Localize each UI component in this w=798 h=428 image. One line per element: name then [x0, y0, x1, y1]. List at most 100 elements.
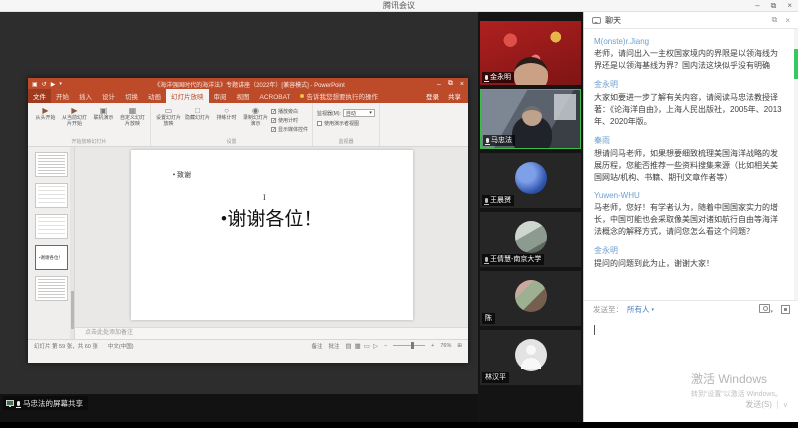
save-icon[interactable]: ▣ — [32, 81, 38, 88]
hide-slide-button[interactable]: □隐藏幻灯片 — [184, 106, 211, 122]
ppt-minimize-icon[interactable]: – — [437, 81, 441, 88]
chat-panel: 聊天 ⧉ × M(onste)r.Jiang 老师，请问出入一主权国家境内的界限… — [583, 12, 798, 422]
slide-editing-area: • 致谢 I •谢谢各位！ — [75, 147, 468, 327]
screenshot-icon[interactable] — [781, 305, 790, 314]
participant-video-active-speaker[interactable]: 马忠法 — [480, 89, 581, 149]
chat-message: 秦雨 想请问马老师，如果想要细致梳理美国海洋战略的发展历程，您能否推荐一些资料搜… — [594, 135, 785, 184]
tab-home[interactable]: 开始 — [51, 89, 74, 103]
chat-message-list[interactable]: M(onste)r.Jiang 老师，请问出入一主权国家境内的界限是以领海线为界… — [584, 29, 795, 300]
checkbox-icon: ✓ — [271, 109, 276, 114]
slide-thumbnail[interactable] — [35, 183, 68, 208]
checkbox-icon: ✓ — [271, 118, 276, 123]
tab-transitions[interactable]: 切换 — [120, 89, 143, 103]
chat-bubble-icon — [592, 17, 601, 24]
screen-share-label: 马忠法的屏幕共享 — [23, 398, 83, 409]
tab-acrobat[interactable]: ACROBAT — [255, 92, 296, 103]
presenter-view-checkbox[interactable]: 使用演示者视图 — [317, 120, 375, 127]
window-titlebar: 腾讯会议 – ⧉ × — [0, 0, 798, 12]
ppt-restore-icon[interactable]: ⧉ — [448, 80, 453, 88]
message-text: 马老师，您好！有学者认为，随着中国国家实力的增长，中国可能也会采取像美国对诸如航… — [594, 202, 785, 238]
tab-review[interactable]: 审阅 — [209, 89, 232, 103]
undo-icon[interactable]: ↺ — [42, 81, 47, 88]
send-to-selector[interactable]: 所有人▾ — [627, 304, 654, 315]
slide-thumbnail[interactable] — [35, 152, 68, 177]
thumbnail-scrollbar[interactable] — [70, 147, 74, 339]
participant-name: 金永明 — [490, 73, 511, 82]
zoom-out-button[interactable]: − — [384, 343, 387, 349]
reading-view-icon[interactable]: ▭ — [364, 342, 370, 350]
zoom-slider[interactable] — [393, 345, 425, 346]
slide-bullet-text[interactable]: • 致谢 — [173, 170, 191, 180]
slideshow-view-icon[interactable]: ▷ — [373, 342, 378, 350]
present-online-button[interactable]: ▣联机演示 — [90, 106, 117, 122]
participant-name: 王倩慧-南京大学 — [490, 255, 541, 264]
close-icon[interactable]: × — [785, 16, 790, 25]
slide-thumbnail-selected[interactable]: •谢谢各位！ — [35, 245, 68, 270]
participant-tile[interactable]: 王倩慧-南京大学 — [480, 212, 581, 267]
language-indicator[interactable]: 中文(中国) — [108, 342, 134, 350]
scrollbar-thumb[interactable] — [794, 49, 798, 79]
slide-main-text[interactable]: •谢谢各位！ — [221, 204, 323, 231]
zoom-percentage[interactable]: 76% — [440, 343, 451, 349]
send-options-chevron-icon[interactable]: ∨ — [777, 401, 788, 409]
notes-placeholder[interactable]: 点击此处添加备注 — [75, 327, 468, 339]
participant-video[interactable]: 金永明 — [480, 21, 581, 85]
close-icon[interactable]: × — [787, 0, 792, 12]
tab-view[interactable]: 视图 — [232, 89, 255, 103]
ribbon-group-start-slideshow: ▶从头开始 ▶从当前幻灯片开始 ▣联机演示 ▦自定义幻灯片放映 开始放映幻灯片 — [28, 103, 151, 146]
tab-design[interactable]: 设计 — [97, 89, 120, 103]
tab-animations[interactable]: 动画 — [143, 89, 166, 103]
minimize-icon[interactable]: – — [755, 0, 759, 12]
use-timings-checkbox[interactable]: ✓使用计时 — [271, 117, 308, 124]
record-slideshow-button[interactable]: ◉录制幻灯片演示 — [242, 106, 269, 127]
current-slide[interactable]: • 致谢 I •谢谢各位！ — [131, 150, 413, 320]
show-media-controls-checkbox[interactable]: ✓显示媒体控件 — [271, 126, 308, 133]
monitor-select[interactable]: 自动▾ — [343, 109, 375, 117]
normal-view-icon[interactable]: ▤ — [345, 342, 351, 350]
monitor-icon — [6, 400, 14, 406]
from-beginning-button[interactable]: ▶从头开始 — [32, 106, 59, 122]
participant-tile[interactable]: 王晨赟 — [480, 153, 581, 208]
chat-scrollbar[interactable] — [794, 29, 798, 300]
message-text: 提问的问题到此为止，谢谢大家！ — [594, 258, 785, 270]
quick-access-toolbar: ▣ ↺ ▶ ▾ — [28, 81, 62, 88]
ppt-close-icon[interactable]: × — [460, 81, 464, 88]
zoom-in-button[interactable]: + — [431, 343, 434, 349]
chat-title: 聊天 — [605, 15, 621, 26]
powerpoint-window: ▣ ↺ ▶ ▾ 《海洋强国时代的海洋法》专题讲座（2022年）[兼容模式] - … — [28, 78, 468, 363]
participant-face — [522, 106, 542, 126]
start-slideshow-icon[interactable]: ▶ — [51, 81, 56, 88]
comments-toggle[interactable]: 批注 — [328, 342, 339, 350]
avatar — [515, 339, 547, 371]
setup-slideshow-button[interactable]: ▭设置幻灯片放映 — [155, 106, 182, 127]
restore-icon[interactable]: ⧉ — [771, 0, 777, 12]
slide-sorter-icon[interactable]: ▦ — [355, 342, 361, 350]
message-sender: 秦雨 — [594, 135, 785, 146]
shared-screen-region: ▣ ↺ ▶ ▾ 《海洋强国时代的海洋法》专题讲座（2022年）[兼容模式] - … — [0, 12, 478, 422]
send-button[interactable]: 发送(S) ∨ — [745, 399, 788, 410]
slide-thumbnail[interactable] — [35, 276, 68, 301]
background-window — [554, 94, 576, 120]
share-button[interactable]: 共享 — [448, 91, 461, 101]
notes-toggle[interactable]: 备注 — [311, 342, 322, 350]
from-current-slide-button[interactable]: ▶从当前幻灯片开始 — [61, 106, 88, 127]
participant-tile[interactable]: 林汉平 — [480, 330, 581, 385]
slide-thumbnail[interactable] — [35, 214, 68, 239]
tab-insert[interactable]: 插入 — [74, 89, 97, 103]
play-narrations-checkbox[interactable]: ✓播放旁白 — [271, 108, 308, 115]
scrollbar-thumb[interactable] — [71, 291, 74, 329]
participant-tile[interactable]: 陈 — [480, 271, 581, 326]
zoom-slider-thumb[interactable] — [411, 342, 414, 349]
popout-icon[interactable]: ⧉ — [772, 15, 778, 25]
signin-button[interactable]: 登录 — [426, 91, 439, 101]
tab-slideshow[interactable]: 幻灯片放映 — [166, 89, 209, 103]
fit-to-window-icon[interactable]: ⊞ — [457, 343, 462, 349]
image-icon[interactable]: ▾ — [759, 304, 773, 315]
tab-file[interactable]: 文件 — [28, 89, 51, 103]
participant-name: 林汉平 — [485, 373, 506, 382]
message-text: 大家如要进一步了解有关内容，请阅读马忠法教授译著：《论海洋自由》，上海人民出版社… — [594, 92, 785, 128]
custom-slideshow-button[interactable]: ▦自定义幻灯片放映 — [119, 106, 146, 127]
tell-me-box[interactable]: 告诉我您想要执行的操作 — [295, 89, 383, 103]
rehearse-timings-button[interactable]: ○排练计时 — [213, 106, 240, 122]
chat-message: M(onste)r.Jiang 老师，请问出入一主权国家境内的界限是以领海线为界… — [594, 37, 785, 72]
